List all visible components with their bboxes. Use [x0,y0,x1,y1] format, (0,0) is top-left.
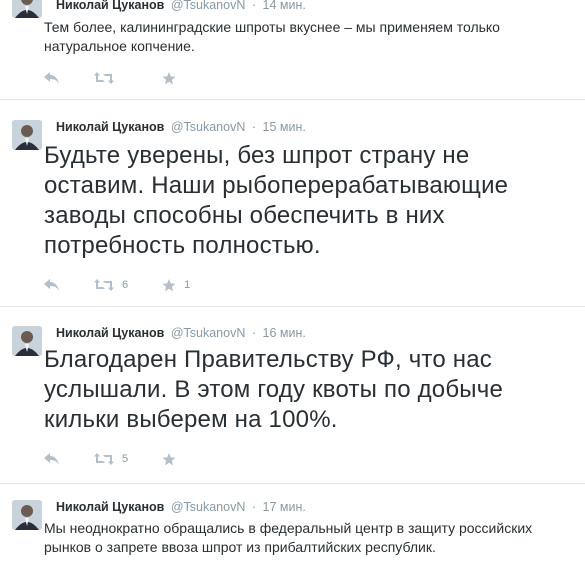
author-handle[interactable]: @TsukanovN [171,120,246,134]
author-handle[interactable]: @TsukanovN [171,0,246,12]
reply-button[interactable] [44,279,60,291]
avatar[interactable] [12,0,42,18]
avatar-image [12,500,42,530]
favorite-button[interactable]: 1 [162,278,191,292]
retweet-count: 5 [122,453,129,465]
avatar[interactable] [12,120,42,150]
tweet-header: Николай Цуканов @TsukanovN · 15 мин. [56,119,306,135]
tweet-actions [44,70,224,86]
reply-button[interactable] [44,72,60,84]
separator: · [251,120,257,134]
favorite-button[interactable] [162,452,190,466]
tweet-time[interactable]: 17 мин. [263,500,306,514]
avatar[interactable] [12,500,42,530]
author-name[interactable]: Николай Цуканов [56,120,164,134]
author-handle[interactable]: @TsukanovN [171,500,246,514]
tweet-text: Благодарен Правительству РФ, что нас усл… [44,346,504,433]
retweet-button[interactable]: 5 [94,453,128,465]
retweet-icon [94,279,114,291]
retweet-button[interactable]: 6 [94,279,128,291]
star-icon [162,71,176,84]
avatar-image [12,326,42,356]
tweet-actions: 6 1 [44,277,224,293]
avatar-image [12,120,42,150]
separator: · [251,500,257,514]
tweet[interactable]: Николай Цуканов @TsukanovN · 14 мин. Тем… [0,0,585,100]
reply-button[interactable] [44,453,60,465]
tweet[interactable]: Николай Цуканов @TsukanovN · 15 мин. Буд… [0,100,585,307]
tweet-actions: 5 [44,451,224,467]
tweet-time[interactable]: 16 мин. [263,326,306,340]
tweet-header: Николай Цуканов @TsukanovN · 17 мин. [56,499,306,515]
retweet-icon [94,453,114,465]
favorite-count: 1 [184,279,191,291]
star-icon [162,452,176,465]
tweet-time[interactable]: 14 мин. [263,0,306,12]
reply-icon [44,279,59,291]
author-name[interactable]: Николай Цуканов [56,326,164,340]
retweet-count: 6 [122,279,129,291]
reply-icon [44,453,59,465]
separator: · [251,0,257,12]
tweet-header: Николай Цуканов @TsukanovN · 14 мин. [56,0,306,13]
tweet[interactable]: Николай Цуканов @TsukanovN · 17 мин. Мы … [0,484,585,587]
retweet-icon [94,72,114,84]
tweet-text: Мы неоднократно обращались в федеральный… [44,520,533,555]
author-name[interactable]: Николай Цуканов [56,500,164,514]
star-icon [162,278,176,291]
avatar[interactable] [12,326,42,356]
tweet[interactable]: Николай Цуканов @TsukanovN · 16 мин. Бла… [0,307,585,484]
avatar-image [12,0,42,18]
author-name[interactable]: Николай Цуканов [56,0,164,12]
favorite-button[interactable] [162,71,190,85]
tweet-text: Будьте уверены, без шпрот страну не оста… [44,142,509,259]
tweet-text: Тем более, калининградские шпроты вкусне… [44,19,500,54]
author-handle[interactable]: @TsukanovN [171,326,246,340]
reply-icon [44,72,59,84]
separator: · [251,326,257,340]
tweet-header: Николай Цуканов @TsukanovN · 16 мин. [56,325,306,341]
retweet-button[interactable] [94,72,128,84]
tweet-time[interactable]: 15 мин. [263,120,306,134]
